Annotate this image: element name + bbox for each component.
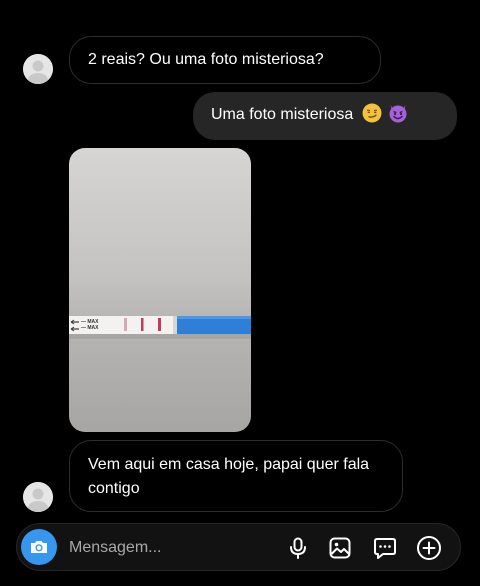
sender-avatar[interactable] xyxy=(23,482,53,512)
message-input[interactable] xyxy=(69,536,269,560)
message-composer xyxy=(16,523,461,571)
microphone-icon xyxy=(290,537,306,559)
add-icon xyxy=(417,536,441,560)
received-message-bubble[interactable]: 2 reais? Ou uma foto misteriosa? xyxy=(69,36,381,84)
message-text: 2 reais? Ou uma foto misteriosa? xyxy=(88,51,324,68)
strip-max-label: — MAX — MAX xyxy=(81,319,99,331)
camera-icon xyxy=(31,541,47,553)
default-avatar-icon xyxy=(23,54,53,84)
message-text: Vem aqui em casa hoje, papai quer fala c… xyxy=(88,456,370,497)
sent-message-bubble[interactable]: Uma foto misteriosa xyxy=(193,92,457,140)
voice-message-button[interactable] xyxy=(285,535,311,561)
camera-button[interactable] xyxy=(21,529,57,565)
received-message-bubble[interactable]: Vem aqui em casa hoje, papai quer fala c… xyxy=(69,440,403,512)
default-avatar-icon xyxy=(23,482,53,512)
message-text: Uma foto misteriosa xyxy=(211,106,354,123)
sticker-button[interactable] xyxy=(372,535,398,561)
smirking-face-icon xyxy=(362,103,382,123)
smiling-face-with-horns-icon xyxy=(389,105,407,123)
add-button[interactable] xyxy=(416,535,442,561)
gallery-button[interactable] xyxy=(327,535,353,561)
gallery-icon xyxy=(329,537,351,559)
shared-photo[interactable]: — MAX — MAX xyxy=(69,148,251,432)
sender-avatar[interactable] xyxy=(23,54,53,84)
sticker-icon xyxy=(374,538,396,559)
pregnancy-test-photo xyxy=(69,148,251,432)
